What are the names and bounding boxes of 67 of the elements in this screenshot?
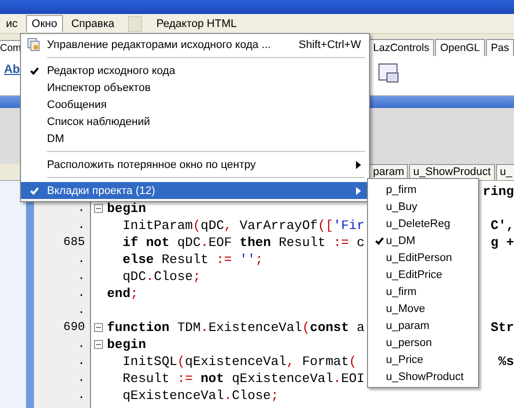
menu-item[interactable]: DM — [21, 130, 369, 147]
line-number: 685 — [63, 235, 85, 249]
line-number: . — [78, 201, 85, 215]
menu-item[interactable]: ис — [0, 15, 24, 32]
code-line: InitSQL(qExistenceVal, Format( — [122, 354, 357, 369]
menu-item[interactable]: u_param — [368, 317, 478, 334]
menu-item[interactable]: u_Move — [368, 300, 478, 317]
menu-item[interactable]: Вкладки проекта (12) — [21, 182, 369, 199]
check-icon — [30, 186, 38, 194]
fold-icon[interactable] — [94, 204, 103, 213]
menu-item[interactable]: Справка — [65, 15, 120, 32]
line-number: 690 — [63, 320, 85, 334]
code-line: function TDM.ExistenceVal(const a — [107, 320, 365, 335]
menu-item[interactable]: Инспектор объектов — [21, 79, 369, 96]
menu-item[interactable]: p_firm — [368, 181, 478, 198]
line-number: . — [78, 218, 85, 232]
menu-item[interactable]: Расположить потерянное окно по центру — [21, 156, 369, 173]
menu-item[interactable]: u_Price — [368, 351, 478, 368]
code-line: InitParam(qDC, VarArrayOf(['Fir — [122, 218, 365, 233]
menu-item[interactable]: u_EditPerson — [368, 249, 478, 266]
menu-item[interactable]: u_firm — [368, 283, 478, 300]
line-number: . — [78, 388, 85, 402]
editor-tab[interactable]: u_ShowProduct — [409, 164, 495, 180]
code-fragment: ring — [482, 184, 514, 199]
menu-item[interactable]: u_DeleteReg — [368, 215, 478, 232]
menu-item[interactable]: u_Buy — [368, 198, 478, 215]
line-number: . — [78, 252, 85, 266]
menu-item[interactable]: Список наблюдений — [21, 113, 369, 130]
line-number: . — [78, 337, 85, 351]
menu-item[interactable]: u_ShowProduct — [368, 368, 478, 385]
code-line: qDC.Close; — [122, 269, 201, 284]
menu-item[interactable]: Редактор HTML — [150, 15, 243, 32]
windows-icon — [27, 38, 41, 52]
line-number: . — [78, 354, 85, 368]
code-line: begin — [107, 337, 146, 352]
submenu-arrow-icon — [356, 186, 361, 194]
code-fragment: g + — [490, 235, 514, 250]
palette-tab[interactable]: OpenGL — [435, 39, 485, 56]
dialog-component-icon[interactable] — [378, 62, 400, 84]
line-number: . — [78, 286, 85, 300]
code-line: if not qDC.EOF then Result := c — [122, 235, 365, 250]
palette-tab[interactable]: LazControls — [368, 39, 434, 56]
code-line: end; — [107, 286, 138, 301]
menu-item[interactable]: u_EditPrice — [368, 266, 478, 283]
code-fragment: Str — [490, 320, 514, 335]
line-number: . — [78, 303, 85, 317]
menu-item[interactable]: Редактор исходного кода — [21, 62, 369, 79]
fold-icon[interactable] — [94, 340, 103, 349]
code-line: qExistenceVal.Close; — [122, 388, 279, 403]
line-number: . — [78, 371, 85, 385]
code-line: begin — [107, 201, 146, 216]
submenu-arrow-icon — [356, 160, 361, 168]
check-icon — [30, 66, 38, 74]
menu-item[interactable]: u_DM — [368, 232, 478, 249]
check-icon — [375, 236, 384, 244]
palette-tab[interactable]: Pas — [486, 39, 514, 56]
code-fragment: %s — [498, 354, 514, 369]
code-fragment: C', — [490, 218, 514, 233]
fold-icon[interactable] — [94, 323, 103, 332]
menu-item[interactable]: Сообщения — [21, 96, 369, 113]
code-line: else Result := ''; — [122, 252, 264, 267]
line-number: . — [78, 269, 85, 283]
code-line: Result := not qExistenceVal.EOI — [122, 371, 364, 386]
menu-item[interactable]: Окно — [26, 15, 64, 32]
label-component-icon[interactable]: Ab — [4, 62, 20, 76]
editor-tab[interactable]: u_ — [496, 164, 514, 180]
menu-item[interactable]: u_person — [368, 334, 478, 351]
